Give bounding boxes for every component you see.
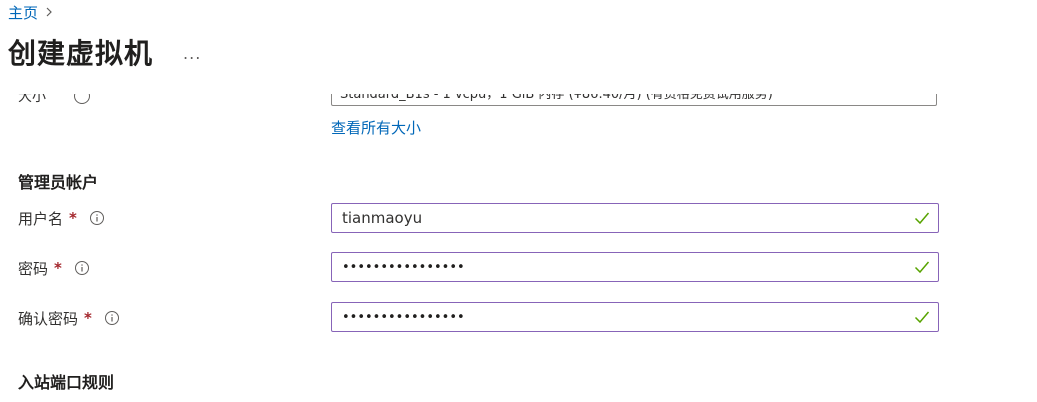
info-icon[interactable] <box>89 210 105 226</box>
info-icon[interactable] <box>104 310 120 326</box>
size-row-clipped: 大小 Standard_B1s - 1 vcpu，1 GiB 内存 (¥86.4… <box>0 94 1037 114</box>
required-asterisk: * <box>54 259 62 277</box>
see-all-sizes-link[interactable]: 查看所有大小 <box>331 117 421 138</box>
more-options-button[interactable]: ... <box>183 46 201 62</box>
required-asterisk: * <box>84 309 92 327</box>
password-label: 密码 <box>18 259 49 278</box>
admin-account-section-title: 管理员帐户 <box>18 173 99 192</box>
inbound-port-rules-section-title: 入站端口规则 <box>18 373 115 392</box>
confirm-password-label-group: 确认密码 * <box>18 308 120 328</box>
password-label-group: 密码 * <box>18 258 90 278</box>
breadcrumb: 主页 <box>8 2 54 22</box>
chevron-right-icon <box>46 7 52 17</box>
username-label-group: 用户名 * <box>18 208 105 228</box>
page-title: 创建虚拟机 <box>8 37 154 70</box>
confirm-password-input[interactable]: •••••••••••••••• <box>331 302 939 332</box>
confirm-password-value: •••••••••••••••• <box>342 309 465 325</box>
info-icon[interactable] <box>74 260 90 276</box>
required-asterisk: * <box>69 209 77 227</box>
checkmark-icon <box>914 212 930 225</box>
size-select[interactable]: Standard_B1s - 1 vcpu，1 GiB 内存 (¥86.40/月… <box>331 94 937 106</box>
breadcrumb-home-link[interactable]: 主页 <box>8 2 38 23</box>
info-icon[interactable] <box>74 94 90 104</box>
title-row: 创建虚拟机 ... <box>8 32 201 72</box>
page-root: 主页 创建虚拟机 ... 大小 Standard_B1s - 1 vcpu，1 … <box>0 0 1037 402</box>
checkmark-icon <box>914 311 930 324</box>
checkmark-icon <box>914 261 930 274</box>
username-input[interactable]: tianmaoyu <box>331 203 939 233</box>
username-value: tianmaoyu <box>342 209 423 227</box>
size-label: 大小 <box>18 94 46 105</box>
confirm-password-label: 确认密码 <box>18 309 79 328</box>
password-input[interactable]: •••••••••••••••• <box>331 252 939 282</box>
password-value: •••••••••••••••• <box>342 259 465 275</box>
username-label: 用户名 <box>18 209 64 228</box>
